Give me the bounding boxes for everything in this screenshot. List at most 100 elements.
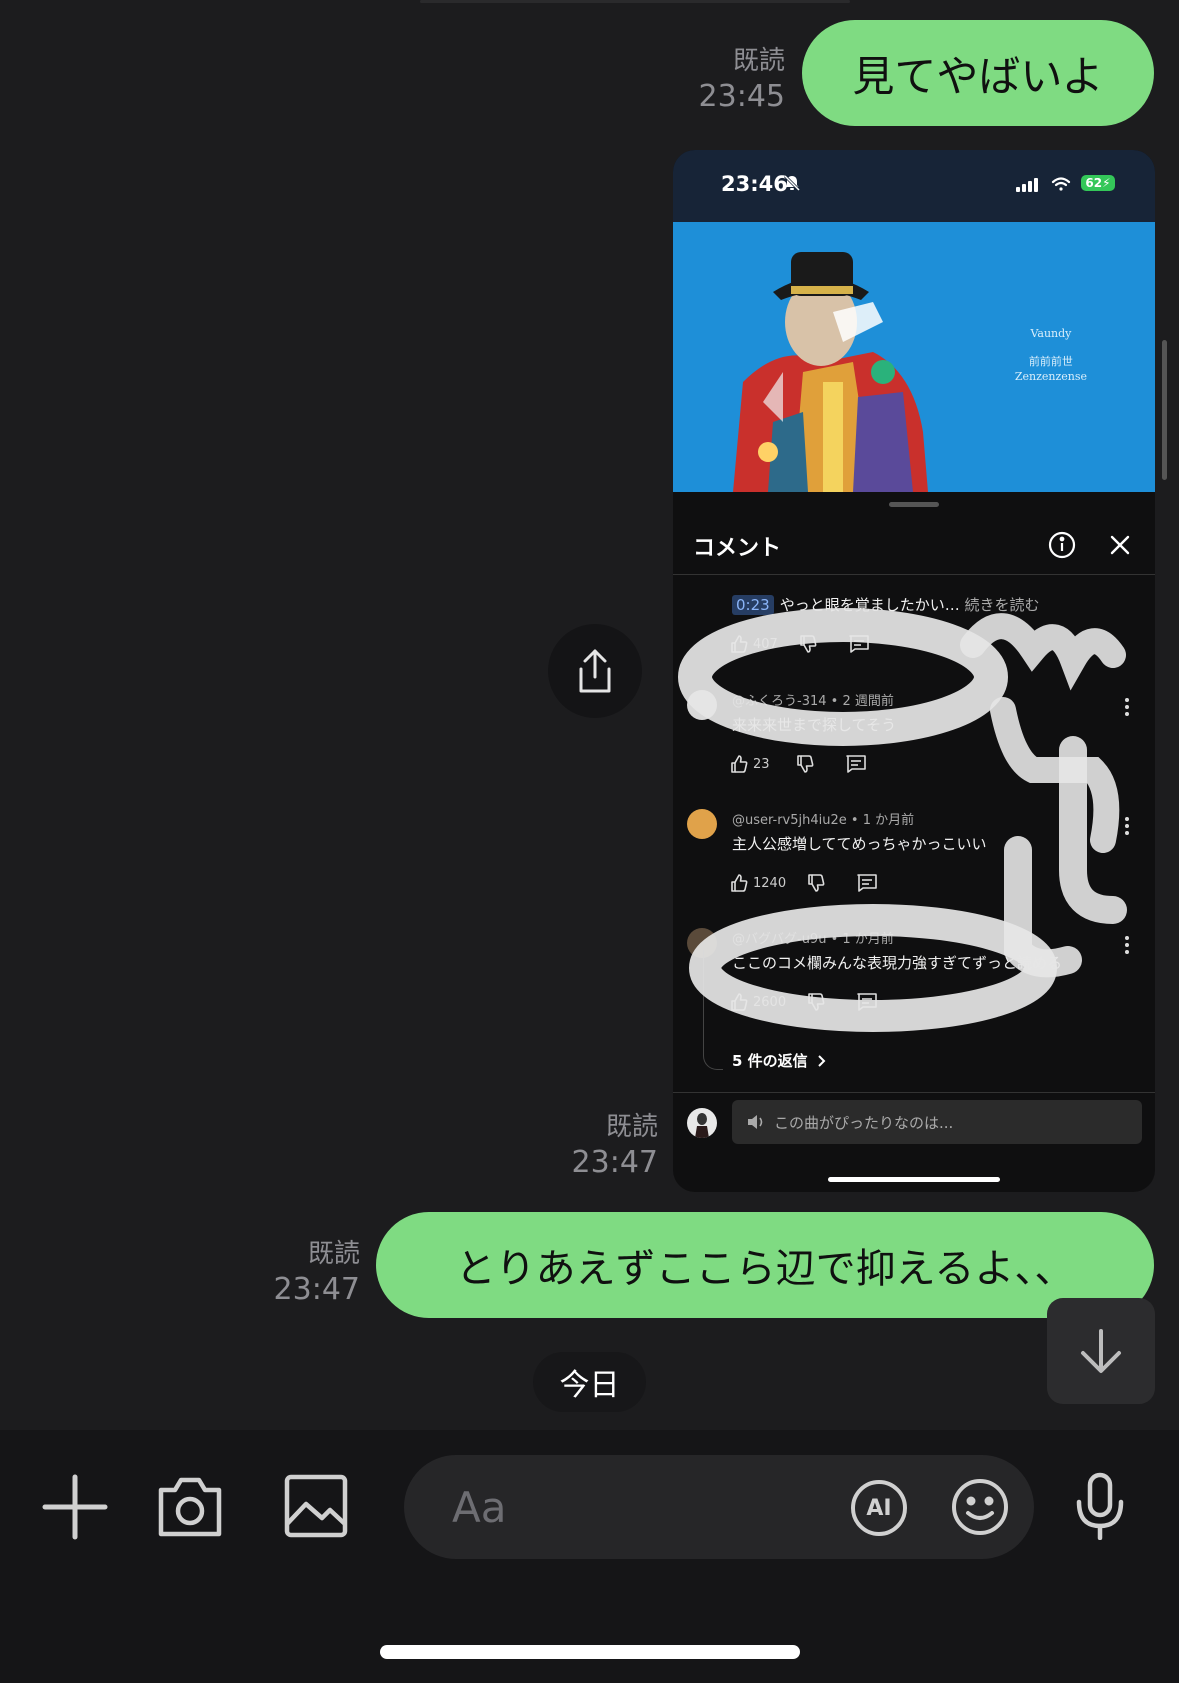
comment-body: やっと眼を覚ましたかい… <box>779 596 960 614</box>
album-title-en: Zenzenzense <box>1014 370 1087 383</box>
like-count: 1240 <box>753 875 787 891</box>
reply-icon <box>857 874 877 892</box>
reply-icon <box>857 993 877 1011</box>
previous-message-edge <box>420 0 850 3</box>
message-bubble[interactable]: 見てやばいよ <box>802 20 1154 126</box>
screenshot-status-bar: 23:46 62⚡ <box>673 150 1155 222</box>
info-icon <box>1048 531 1076 559</box>
close-icon <box>1110 535 1130 555</box>
avatar <box>687 1108 717 1138</box>
smiley-icon <box>952 1479 1008 1535</box>
chevron-right-icon <box>817 1054 826 1067</box>
read-receipt: 既読 23:47 <box>560 1110 658 1182</box>
read-label: 既読 <box>307 1239 360 1269</box>
comment-actions: 1240 <box>729 873 878 893</box>
share-button[interactable] <box>548 624 642 718</box>
battery-level: 62 <box>1085 176 1103 190</box>
scrollbar[interactable] <box>1162 340 1167 480</box>
comment-text: 来来来世まで探してそう <box>732 716 897 734</box>
bell-muted-icon <box>783 174 801 192</box>
ai-button[interactable]: AI <box>850 1479 908 1537</box>
thumbs-up-icon <box>731 635 748 653</box>
like-count: 407 <box>753 636 778 652</box>
like-count: 2600 <box>753 994 787 1010</box>
arrow-down-icon <box>1081 1329 1121 1373</box>
message-time: 23:47 <box>273 1272 360 1307</box>
status-time: 23:46 <box>721 172 788 196</box>
message-time: 23:47 <box>571 1145 658 1180</box>
comments-title: コメント <box>693 536 782 561</box>
album-artist: Vaundy <box>1030 327 1072 340</box>
image-icon <box>284 1474 348 1538</box>
comment-input: この曲がぴったりなのは... <box>732 1100 1142 1144</box>
sheet-drag-handle <box>889 502 939 507</box>
like-count: 23 <box>753 756 770 772</box>
camera-button[interactable] <box>156 1474 224 1540</box>
input-divider <box>673 1092 1155 1093</box>
album-title-jp: 前前前世 <box>1028 355 1073 368</box>
wifi-icon <box>1051 177 1071 191</box>
thumbs-down-icon <box>808 874 825 892</box>
message-input[interactable]: Aa AI <box>404 1455 1034 1559</box>
message-input-placeholder: Aa <box>452 1483 507 1532</box>
microphone-icon <box>1076 1472 1124 1540</box>
avatar-figure <box>695 1113 709 1138</box>
read-label: 既読 <box>605 1112 658 1142</box>
replies-count: 5 件の返信 <box>732 1052 808 1070</box>
comment-meta: @user-rv5jh4iu2e • 1 か月前 <box>732 813 915 828</box>
avatar <box>687 809 717 839</box>
thumbs-up-icon <box>731 755 748 773</box>
comment-actions: 407 <box>729 634 870 654</box>
read-label: 既読 <box>732 46 785 76</box>
timestamp-badge: 0:23 <box>732 595 774 615</box>
message-text: 見てやばいよ <box>852 51 1104 101</box>
message-bubble[interactable]: とりあえずここら辺で抑えるよ、、 <box>376 1212 1154 1318</box>
comment-meta: @バグバグ-u9u • 1 か月前 <box>732 932 894 947</box>
more-options-icon <box>1125 936 1129 957</box>
camera-icon <box>158 1477 222 1537</box>
date-separator: 今日 <box>533 1352 646 1412</box>
comment-meta: @ふくろう-314 • 2 週間前 <box>732 694 894 709</box>
comment-text: ここのコメ欄みんな表現力強すぎてずっと読める <box>732 954 1063 972</box>
comment-text: 主人公感増しててめっちゃかっこいい <box>732 835 987 853</box>
image-message[interactable]: 23:46 62⚡ Vaundy 前前前世 Zenzenzense コメント 0… <box>673 150 1155 1192</box>
comment-author: @バグバグ-u9u <box>732 932 827 947</box>
thumbs-up-icon <box>731 874 748 892</box>
voice-button[interactable] <box>1074 1472 1126 1540</box>
battery-indicator: 62⚡ <box>1081 175 1115 191</box>
photo-button[interactable] <box>284 1474 348 1538</box>
view-replies-link: 5 件の返信 <box>732 1050 828 1071</box>
thumbs-down-icon <box>797 755 814 773</box>
thumbs-up-icon <box>731 993 748 1011</box>
message-time: 23:45 <box>698 79 785 114</box>
home-indicator <box>380 1645 800 1659</box>
comment-author: @ふくろう-314 <box>732 694 827 709</box>
read-more-link: 続きを読む <box>964 596 1040 614</box>
add-button[interactable] <box>40 1472 110 1542</box>
album-artwork: Vaundy 前前前世 Zenzenzense <box>673 222 1155 492</box>
read-receipt: 既読 23:47 <box>262 1237 360 1309</box>
reply-icon <box>849 635 869 653</box>
comment-age: 1 か月前 <box>862 813 915 828</box>
emoji-button[interactable] <box>950 1477 1010 1537</box>
share-icon <box>579 649 611 693</box>
reply-thread-line <box>703 950 723 1070</box>
comment-actions: 23 <box>729 754 867 774</box>
thumbs-down-icon <box>808 993 825 1011</box>
album-text: Vaundy 前前前世 Zenzenzense <box>1015 326 1087 397</box>
ai-label: AI <box>866 1495 892 1521</box>
comment-age: 1 か月前 <box>842 932 894 947</box>
scroll-to-bottom-button[interactable] <box>1047 1298 1155 1404</box>
comment-age: 2 週間前 <box>842 694 894 709</box>
avatar <box>687 690 717 720</box>
reply-icon <box>846 755 866 773</box>
screenshot-home-indicator <box>828 1177 1000 1182</box>
more-options-icon <box>1125 817 1129 838</box>
comments-divider <box>673 574 1155 575</box>
comment-text: 0:23 やっと眼を覚ましたかい… 続きを読む <box>732 594 1040 615</box>
comment-actions: 2600 <box>729 992 878 1012</box>
speaker-icon <box>748 1115 763 1129</box>
plus-icon <box>42 1474 108 1540</box>
chat-screen: 既読 23:45 見てやばいよ 既読 23:47 23:46 62⚡ Vaund… <box>0 0 1179 1683</box>
message-text: とりあえずここら辺で抑えるよ、、 <box>455 1246 1075 1292</box>
